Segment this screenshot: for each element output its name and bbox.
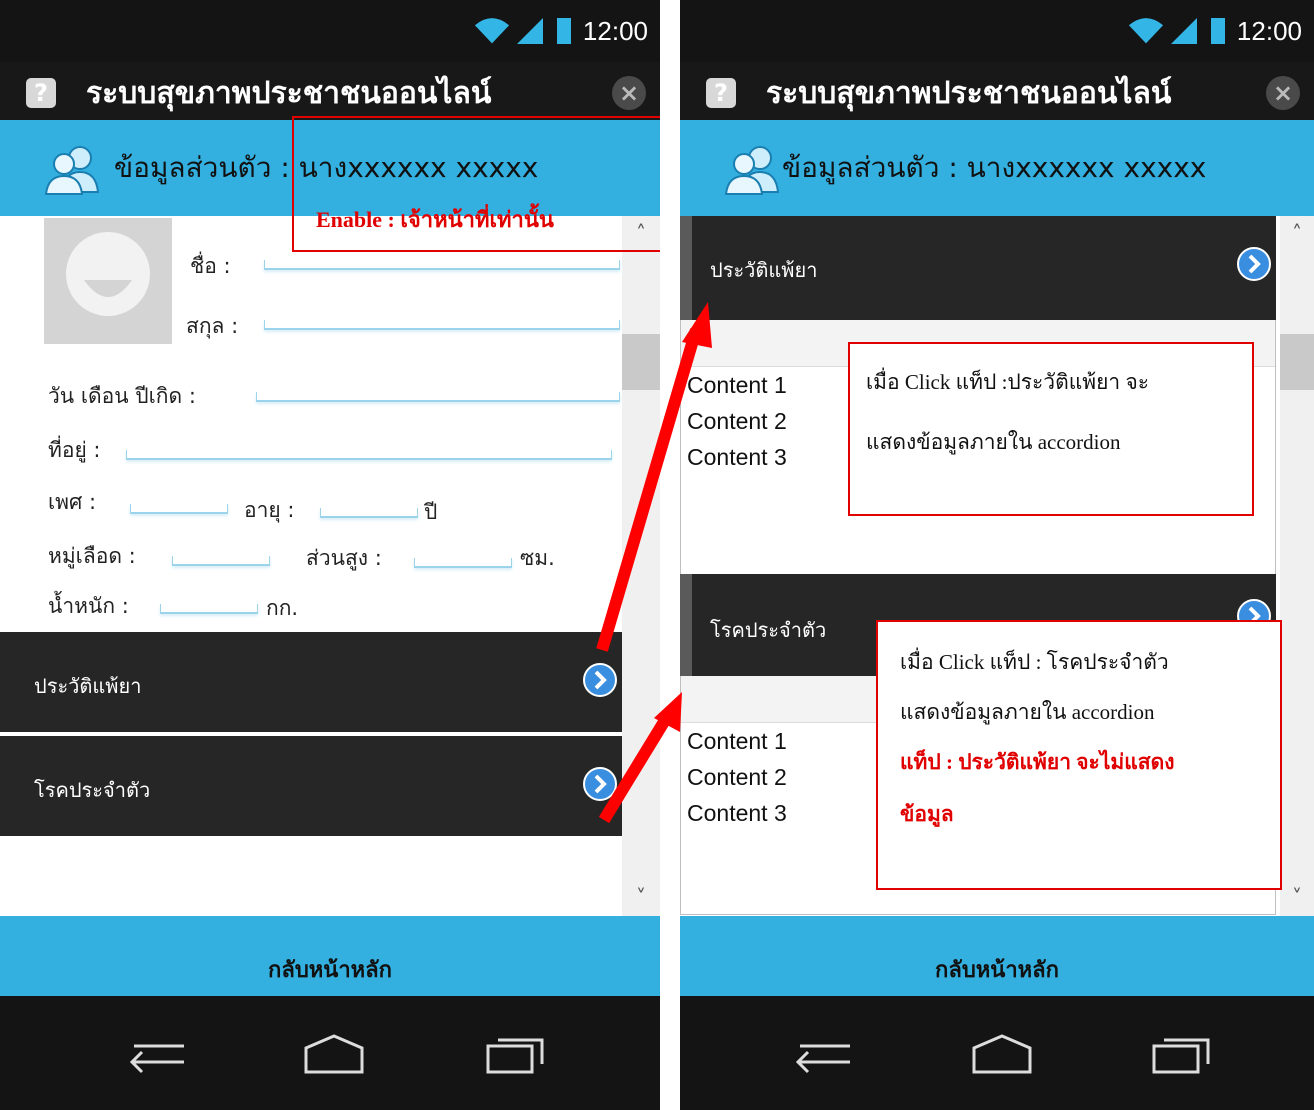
avatar	[44, 218, 172, 344]
height-unit: ซม.	[520, 546, 555, 570]
accordion-disease-label: โรคประจำตัว	[34, 778, 151, 802]
android-navbar	[0, 996, 660, 1110]
height-input[interactable]	[414, 558, 512, 568]
content-item: Content 2	[687, 764, 787, 790]
app-titlebar: ? ระบบสุขภาพประชาชนออนไลน์ ×	[0, 62, 660, 120]
chevron-right-icon[interactable]	[582, 662, 618, 698]
scrollbar[interactable]: ˄ ˅	[622, 216, 660, 916]
accordion-disease-tab[interactable]: โรคประจำตัว	[0, 736, 622, 836]
help-icon[interactable]: ?	[26, 78, 56, 108]
recent-apps-icon[interactable]	[484, 1034, 548, 1074]
annotation-disease-box: เมื่อ Click แท็ป : โรคประจำตัว แสดงข้อมู…	[876, 620, 1282, 890]
sex-input[interactable]	[130, 504, 228, 514]
first-name-input[interactable]	[264, 260, 620, 270]
scroll-thumb[interactable]	[1280, 334, 1314, 390]
home-icon[interactable]	[970, 1034, 1034, 1074]
profile-header: ข้อมูลส่วนตัว : นางxxxxxx xxxxx	[680, 120, 1314, 216]
address-input[interactable]	[126, 450, 612, 460]
annotation-enable-text: Enable : เจ้าหน้าที่เท่านั้น	[316, 207, 554, 232]
battery-icon	[556, 18, 571, 44]
annotation-allergy-line1: เมื่อ Click แท็ป :ประวัติแพ้ยา จะ	[866, 370, 1150, 394]
height-label: ส่วนสูง :	[306, 546, 382, 570]
close-icon[interactable]: ×	[612, 76, 646, 110]
scroll-up-icon[interactable]: ˄	[1280, 218, 1314, 248]
status-time: 12:00	[1236, 15, 1302, 46]
age-label: อายุ :	[244, 498, 295, 522]
battery-icon	[1210, 18, 1225, 44]
users-icon	[44, 146, 100, 195]
status-time: 12:00	[582, 15, 648, 46]
back-icon[interactable]	[790, 1034, 854, 1074]
sex-label: เพศ :	[48, 490, 97, 514]
age-input[interactable]	[320, 508, 418, 518]
weight-unit: กก.	[266, 596, 299, 620]
last-name-label: สกุล :	[186, 314, 239, 338]
wifi-icon	[1128, 18, 1164, 44]
annotation-allergy-line2: แสดงข้อมูลภายใน accordion	[866, 430, 1121, 454]
last-name-input[interactable]	[264, 320, 620, 330]
home-icon[interactable]	[302, 1034, 366, 1074]
annotation-disease-line3: แท็ป : ประวัติแพ้ยา จะไม่แสดง	[900, 750, 1175, 774]
content-item: Content 2	[687, 408, 787, 434]
back-icon[interactable]	[124, 1034, 188, 1074]
android-navbar	[680, 996, 1314, 1110]
scroll-down-icon[interactable]: ˅	[622, 882, 660, 912]
profile-header-title: ข้อมูลส่วนตัว : นางxxxxxx xxxxx	[782, 151, 1207, 184]
accordion-allergy-tab[interactable]: ประวัติแพ้ยา	[0, 632, 622, 732]
signal-icon	[1170, 18, 1197, 44]
birthdate-label: วัน เดือน ปีเกิด :	[48, 384, 196, 408]
birthdate-input[interactable]	[256, 392, 620, 402]
accordion-edge	[680, 574, 692, 676]
phone-screen-left: 12:00 ? ระบบสุขภาพประชาชนออนไลน์ × ข้อมู…	[0, 0, 660, 1110]
profile-form: ชื่อ : สกุล : วัน เดือน ปีเกิด : ที่อยู่…	[0, 216, 660, 916]
blood-type-label: หมู่เลือด :	[48, 544, 136, 568]
help-icon[interactable]: ?	[706, 78, 736, 108]
weight-label: น้ำหนัก :	[48, 594, 129, 618]
accordion-allergy-tab[interactable]: ประวัติแพ้ยา	[680, 216, 1276, 320]
wifi-icon	[474, 18, 510, 44]
content-item: Content 1	[687, 372, 787, 398]
annotation-disease-line2: แสดงข้อมูลภายใน accordion	[900, 700, 1155, 724]
age-unit: ปี	[424, 500, 438, 524]
chevron-right-icon[interactable]	[582, 766, 618, 802]
accordion-allergy-label: ประวัติแพ้ยา	[710, 258, 818, 282]
accordion-disease-label: โรคประจำตัว	[710, 618, 827, 642]
weight-input[interactable]	[160, 604, 258, 614]
status-bar: 12:00	[680, 0, 1314, 62]
back-home-label: กลับหน้าหลัก	[268, 958, 392, 983]
scroll-down-icon[interactable]: ˅	[1280, 882, 1314, 912]
annotation-disease-line1: เมื่อ Click แท็ป : โรคประจำตัว	[900, 650, 1169, 674]
chevron-right-icon[interactable]	[1236, 246, 1272, 282]
signal-icon	[516, 18, 543, 44]
first-name-label: ชื่อ :	[190, 254, 231, 278]
blood-type-input[interactable]	[172, 556, 270, 566]
content-item: Content 3	[687, 444, 787, 470]
content-item: Content 1	[687, 728, 787, 754]
scrollbar[interactable]: ˄ ˅	[1280, 216, 1314, 916]
address-label: ที่อยู่ :	[48, 438, 101, 462]
annotation-allergy-box: เมื่อ Click แท็ป :ประวัติแพ้ยา จะ แสดงข้…	[848, 342, 1254, 516]
annotation-disease-line4: ข้อมูล	[900, 802, 954, 826]
scroll-thumb[interactable]	[622, 334, 660, 390]
annotation-enable-box: Enable : เจ้าหน้าที่เท่านั้น	[292, 116, 660, 252]
app-title: ระบบสุขภาพประชาชนออนไลน์	[86, 76, 492, 111]
accordion-edge	[680, 216, 692, 320]
accordion-allergy-label: ประวัติแพ้ยา	[34, 674, 142, 698]
phone-screen-right: 12:00 ? ระบบสุขภาพประชาชนออนไลน์ × ข้อมู…	[680, 0, 1314, 1110]
close-icon[interactable]: ×	[1266, 76, 1300, 110]
recent-apps-icon[interactable]	[1150, 1034, 1214, 1074]
status-bar: 12:00	[0, 0, 660, 62]
app-titlebar: ? ระบบสุขภาพประชาชนออนไลน์ ×	[680, 62, 1314, 120]
back-home-label: กลับหน้าหลัก	[935, 958, 1059, 983]
app-title: ระบบสุขภาพประชาชนออนไลน์	[766, 76, 1172, 111]
users-icon	[724, 146, 780, 195]
content-item: Content 3	[687, 800, 787, 826]
